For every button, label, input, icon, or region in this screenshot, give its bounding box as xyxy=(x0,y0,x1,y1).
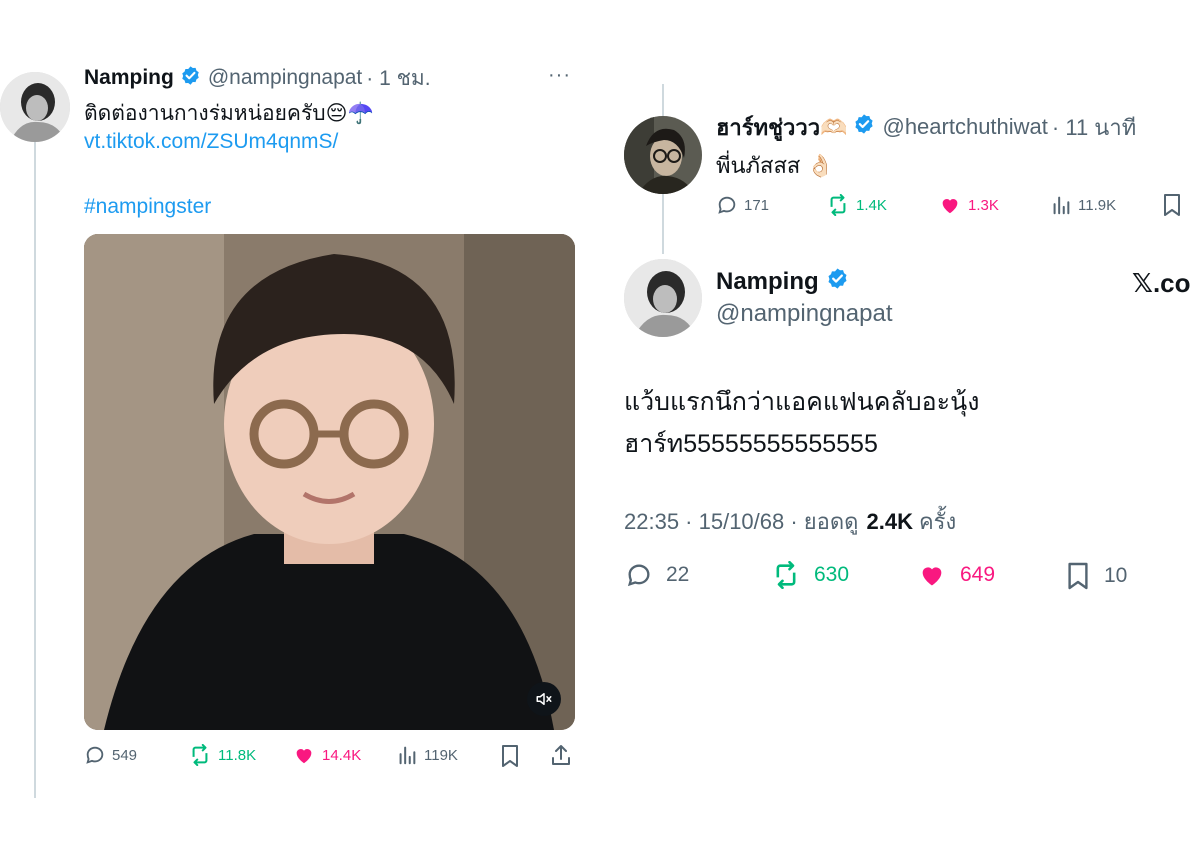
tweet-header: ฮาร์ทชู่ววว🫶🏻 @heartchuthiwat · 11 นาที xyxy=(716,112,1136,142)
tweet-text-line-1: แว้บแรกนึกว่าแอคแฟนคลับอะนุ้ง xyxy=(624,388,980,416)
like-action[interactable]: 649 xyxy=(916,561,995,589)
repost-action[interactable]: 1.4K xyxy=(826,194,887,216)
views-icon xyxy=(399,746,416,765)
like-icon xyxy=(296,749,312,764)
views-icon xyxy=(1053,196,1070,215)
tweet-text-line-2: ฮาร์ท55555555555555 xyxy=(624,430,878,458)
tweet-header: Namping @nampingnapat · 1 ชม. xyxy=(84,64,431,92)
tweet-text: ติดต่องานกางร่มหน่อยครับ😔☂️ xyxy=(84,102,374,125)
x-watermark: 𝕏.co xyxy=(1132,268,1191,298)
like-action[interactable]: 14.4K xyxy=(292,744,361,766)
avatar-photo xyxy=(624,116,702,194)
view-count: 2.4K xyxy=(866,508,913,534)
tweet-text: พี่นภัสสส 👌🏻 xyxy=(716,153,834,178)
avatar[interactable] xyxy=(624,116,702,194)
repost-icon xyxy=(830,194,846,216)
repost-count: 1.4K xyxy=(856,196,887,214)
reply-count: 171 xyxy=(744,196,770,214)
thread-line xyxy=(34,140,36,798)
avatar-photo xyxy=(624,259,702,337)
verified-badge-icon xyxy=(180,65,201,92)
repost-icon xyxy=(192,744,208,766)
share-icon[interactable] xyxy=(550,743,572,772)
hashtag-link[interactable]: #nampingster xyxy=(84,195,211,219)
like-icon xyxy=(942,199,958,214)
reply-icon xyxy=(718,196,736,214)
tweet-header: Namping xyxy=(716,266,849,298)
views-action[interactable]: 119K xyxy=(396,744,458,766)
views-count: 11.9K xyxy=(1078,196,1117,214)
bookmark-icon[interactable] xyxy=(500,744,520,773)
bookmark-action[interactable]: 10 xyxy=(1066,561,1127,591)
bookmark-icon[interactable] xyxy=(1162,193,1182,222)
verified-badge-icon xyxy=(853,113,875,141)
post-time[interactable]: · 11 นาที xyxy=(1052,110,1136,145)
author-handle[interactable]: @heartchuthiwat xyxy=(882,114,1047,140)
view-count-suffix: ครั้ง xyxy=(918,509,957,534)
repost-action[interactable]: 11.8K xyxy=(188,744,256,766)
reply-action[interactable]: 549 xyxy=(84,744,137,766)
author-name[interactable]: Namping xyxy=(716,268,819,296)
more-icon[interactable]: ··· xyxy=(548,64,571,87)
repost-icon xyxy=(776,561,796,589)
verified-badge-icon xyxy=(826,267,849,297)
reply-icon xyxy=(627,564,650,587)
bookmark-count: 10 xyxy=(1104,564,1128,587)
tweet-meta: 22:35 · 15/10/68 · ยอดดู 2.4K ครั้ง xyxy=(624,504,956,539)
like-count: 649 xyxy=(960,563,996,586)
views-count: 119K xyxy=(424,746,458,764)
reply-action[interactable]: 171 xyxy=(716,194,769,216)
post-timestamp[interactable]: 22:35 · 15/10/68 · ยอดดู xyxy=(624,504,858,539)
tweet-link[interactable]: vt.tiktok.com/ZSUm4qnmS/ xyxy=(84,130,338,154)
like-count: 14.4K xyxy=(322,746,362,764)
video-player[interactable] xyxy=(84,234,575,730)
author-name[interactable]: ฮาร์ทชู่ววว🫶🏻 xyxy=(716,110,847,145)
reply-action[interactable]: 22 xyxy=(624,561,689,589)
mute-icon[interactable] xyxy=(527,682,561,716)
video-frame xyxy=(84,234,575,730)
avatar[interactable] xyxy=(0,72,70,142)
views-action[interactable]: 11.9K xyxy=(1050,194,1116,216)
repost-action[interactable]: 630 xyxy=(770,561,849,589)
avatar-photo xyxy=(0,72,70,142)
avatar[interactable] xyxy=(624,259,702,337)
post-time[interactable]: · 1 ชม. xyxy=(366,62,430,95)
repost-count: 630 xyxy=(814,563,850,586)
like-count: 1.3K xyxy=(968,196,999,214)
author-name[interactable]: Namping xyxy=(84,66,174,90)
author-handle[interactable]: @nampingnapat xyxy=(716,300,892,328)
reply-count: 22 xyxy=(666,563,690,586)
like-icon xyxy=(922,567,942,586)
reply-icon xyxy=(86,746,104,764)
author-handle[interactable]: @nampingnapat xyxy=(208,66,362,90)
like-action[interactable]: 1.3K xyxy=(938,194,999,216)
repost-count: 11.8K xyxy=(218,746,257,764)
bookmark-icon xyxy=(1068,562,1088,590)
reply-count: 549 xyxy=(112,746,138,764)
